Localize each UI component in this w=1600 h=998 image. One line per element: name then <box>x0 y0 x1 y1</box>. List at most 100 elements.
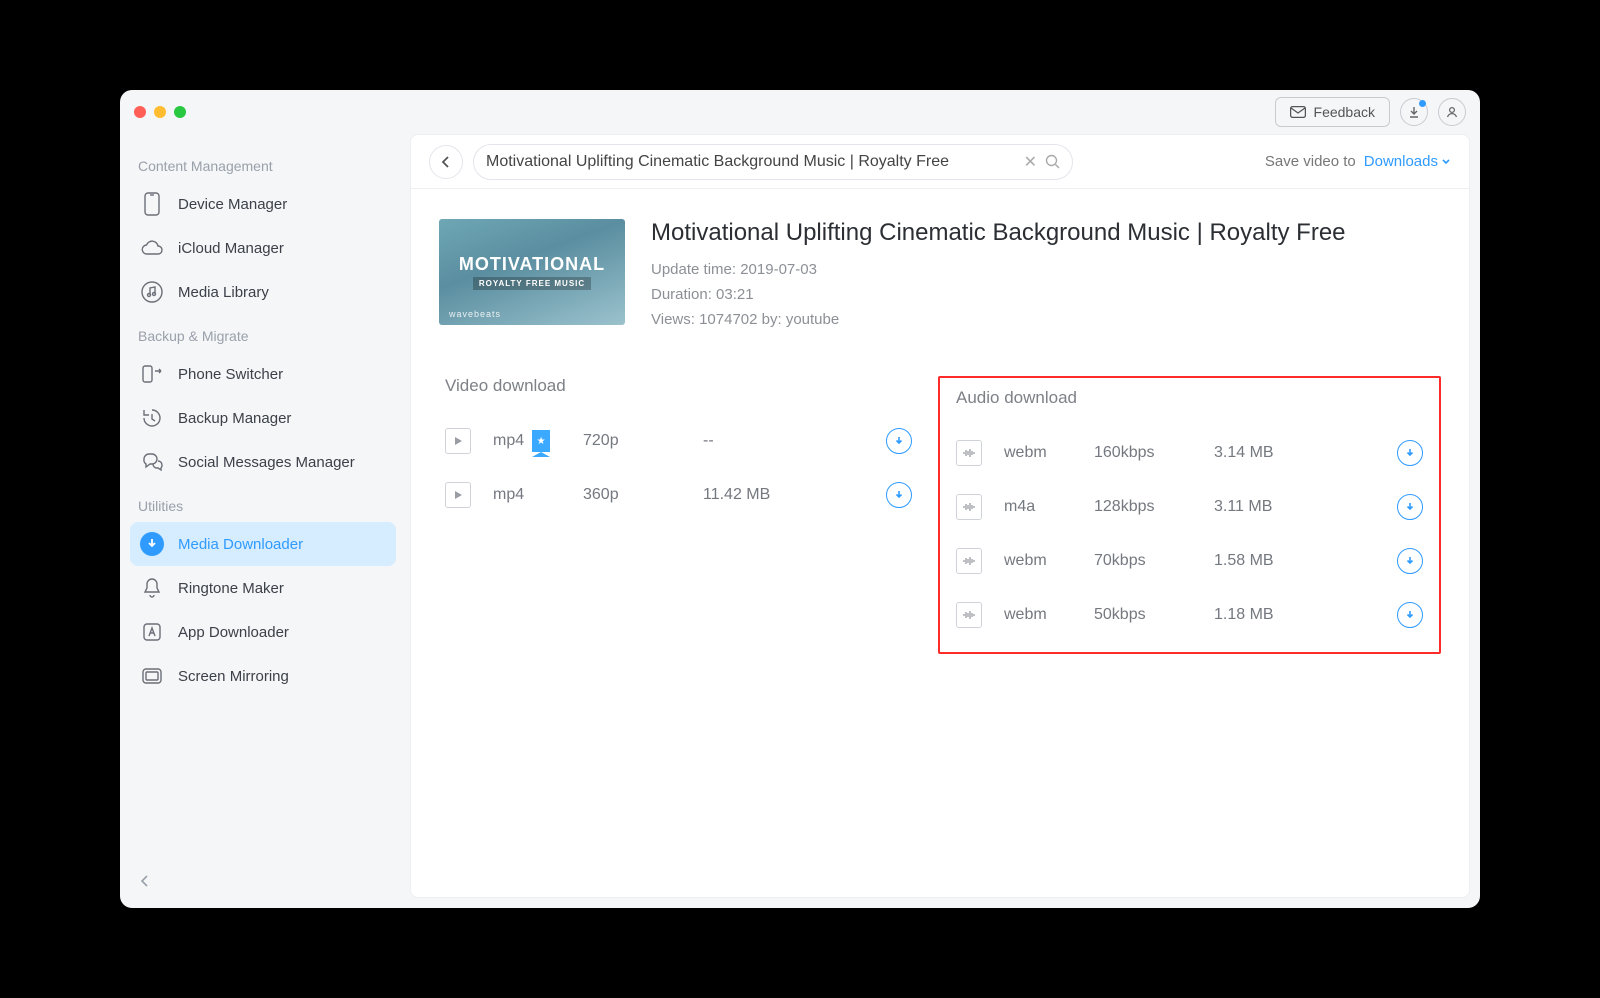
chevron-down-icon <box>1441 158 1451 166</box>
video-download-heading: Video download <box>439 376 918 396</box>
notification-dot-icon <box>1419 100 1426 107</box>
sidebar-item-phone-switcher[interactable]: Phone Switcher <box>130 352 396 396</box>
video-download-column: Video download mp4 ★ 720p -- <box>439 376 918 522</box>
mail-icon <box>1290 106 1306 118</box>
topbar: Motivational Uplifting Cinematic Backgro… <box>411 135 1469 189</box>
feedback-button[interactable]: Feedback <box>1275 97 1390 127</box>
sidebar-item-label: Backup Manager <box>178 410 291 427</box>
window-controls <box>134 106 186 118</box>
sidebar-item-backup-manager[interactable]: Backup Manager <box>130 396 396 440</box>
minimize-icon[interactable] <box>154 106 166 118</box>
search-icon[interactable] <box>1045 154 1060 169</box>
audio-row: webm 50kbps 1.18 MB <box>950 588 1429 642</box>
download-button[interactable] <box>886 482 912 508</box>
cloud-icon <box>140 236 164 260</box>
audio-format: m4a <box>1004 498 1094 516</box>
sidebar-item-screen-mirroring[interactable]: Screen Mirroring <box>130 654 396 698</box>
sidebar-item-label: Media Downloader <box>178 536 303 553</box>
media-meta: Motivational Uplifting Cinematic Backgro… <box>651 219 1346 336</box>
sidebar-item-label: iCloud Manager <box>178 240 284 257</box>
audio-size: 1.58 MB <box>1214 552 1334 570</box>
save-destination-dropdown[interactable]: Downloads <box>1364 153 1451 170</box>
sidebar-item-device-manager[interactable]: Device Manager <box>130 182 396 226</box>
thumb-subtitle: ROYALTY FREE MUSIC <box>473 277 591 290</box>
audio-file-icon <box>956 548 982 574</box>
audio-download-column: Audio download webm 160kbps 3.14 MB m4a … <box>938 376 1441 654</box>
video-row: mp4 ★ 720p -- <box>439 414 918 468</box>
thumb-artist: wavebeats <box>449 309 501 319</box>
history-icon <box>140 406 164 430</box>
audio-quality: 70kbps <box>1094 552 1214 570</box>
titlebar: Feedback <box>120 90 1480 134</box>
video-quality: 360p <box>583 486 703 504</box>
video-row: mp4 360p 11.42 MB <box>439 468 918 522</box>
sidebar-item-label: Phone Switcher <box>178 366 283 383</box>
audio-format: webm <box>1004 606 1094 624</box>
account-button[interactable] <box>1438 98 1466 126</box>
sidebar-item-label: Screen Mirroring <box>178 668 289 685</box>
video-format: mp4 ★ <box>493 430 583 452</box>
audio-size: 3.11 MB <box>1214 498 1334 516</box>
audio-quality: 160kbps <box>1094 444 1214 462</box>
content: MOTIVATIONAL ROYALTY FREE MUSIC wavebeat… <box>411 189 1469 684</box>
audio-size: 1.18 MB <box>1214 606 1334 624</box>
video-size: 11.42 MB <box>703 486 823 504</box>
download-button[interactable] <box>1397 602 1423 628</box>
downloads: Video download mp4 ★ 720p -- <box>439 376 1441 654</box>
audio-quality: 50kbps <box>1094 606 1214 624</box>
sidebar-item-media-downloader[interactable]: Media Downloader <box>130 522 396 566</box>
download-button[interactable] <box>886 428 912 454</box>
audio-format: webm <box>1004 552 1094 570</box>
audio-file-icon <box>956 440 982 466</box>
audio-size: 3.14 MB <box>1214 444 1334 462</box>
audio-format: webm <box>1004 444 1094 462</box>
downloads-button[interactable] <box>1400 98 1428 126</box>
sidebar-item-label: Social Messages Manager <box>178 454 355 471</box>
maximize-icon[interactable] <box>174 106 186 118</box>
sidebar-item-label: Device Manager <box>178 196 287 213</box>
save-destination: Save video to Downloads <box>1265 153 1451 170</box>
sidebar: Content Management Device Manager iCloud… <box>120 134 410 908</box>
chat-icon <box>140 450 164 474</box>
sidebar-section-content: Content Management <box>130 144 396 182</box>
phone-icon <box>140 192 164 216</box>
audio-file-icon <box>956 494 982 520</box>
sidebar-item-icloud-manager[interactable]: iCloud Manager <box>130 226 396 270</box>
app-window: Feedback Content Management Device Manag… <box>120 90 1480 908</box>
video-format: mp4 <box>493 486 583 504</box>
audio-quality: 128kbps <box>1094 498 1214 516</box>
media-update-time: Update time: 2019-07-03 <box>651 261 1346 278</box>
download-button[interactable] <box>1397 440 1423 466</box>
audio-row: m4a 128kbps 3.11 MB <box>950 480 1429 534</box>
close-icon[interactable] <box>134 106 146 118</box>
media-duration: Duration: 03:21 <box>651 286 1346 303</box>
sidebar-item-label: Ringtone Maker <box>178 580 284 597</box>
download-button[interactable] <box>1397 494 1423 520</box>
download-button[interactable] <box>1397 548 1423 574</box>
sidebar-item-app-downloader[interactable]: App Downloader <box>130 610 396 654</box>
video-file-icon <box>445 482 471 508</box>
url-bar[interactable]: Motivational Uplifting Cinematic Backgro… <box>473 144 1073 180</box>
video-file-icon <box>445 428 471 454</box>
sidebar-item-label: App Downloader <box>178 624 289 641</box>
clear-icon[interactable]: ✕ <box>1024 152 1037 172</box>
download-icon <box>140 532 164 556</box>
back-button[interactable] <box>429 145 463 179</box>
sidebar-item-media-library[interactable]: Media Library <box>130 270 396 314</box>
audio-row: webm 160kbps 3.14 MB <box>950 426 1429 480</box>
save-label: Save video to <box>1265 153 1356 170</box>
feedback-label: Feedback <box>1314 104 1375 120</box>
collapse-sidebar-button[interactable] <box>130 864 396 898</box>
screen-icon <box>140 664 164 688</box>
sidebar-item-ringtone-maker[interactable]: Ringtone Maker <box>130 566 396 610</box>
sidebar-section-utilities: Utilities <box>130 484 396 522</box>
sidebar-item-social-messages[interactable]: Social Messages Manager <box>130 440 396 484</box>
audio-file-icon <box>956 602 982 628</box>
url-bar-title: Motivational Uplifting Cinematic Backgro… <box>486 153 1016 171</box>
featured-flag-icon: ★ <box>532 430 550 452</box>
video-size: -- <box>703 432 823 450</box>
switch-icon <box>140 362 164 386</box>
media-header: MOTIVATIONAL ROYALTY FREE MUSIC wavebeat… <box>439 219 1441 336</box>
audio-row: webm 70kbps 1.58 MB <box>950 534 1429 588</box>
sidebar-item-label: Media Library <box>178 284 269 301</box>
